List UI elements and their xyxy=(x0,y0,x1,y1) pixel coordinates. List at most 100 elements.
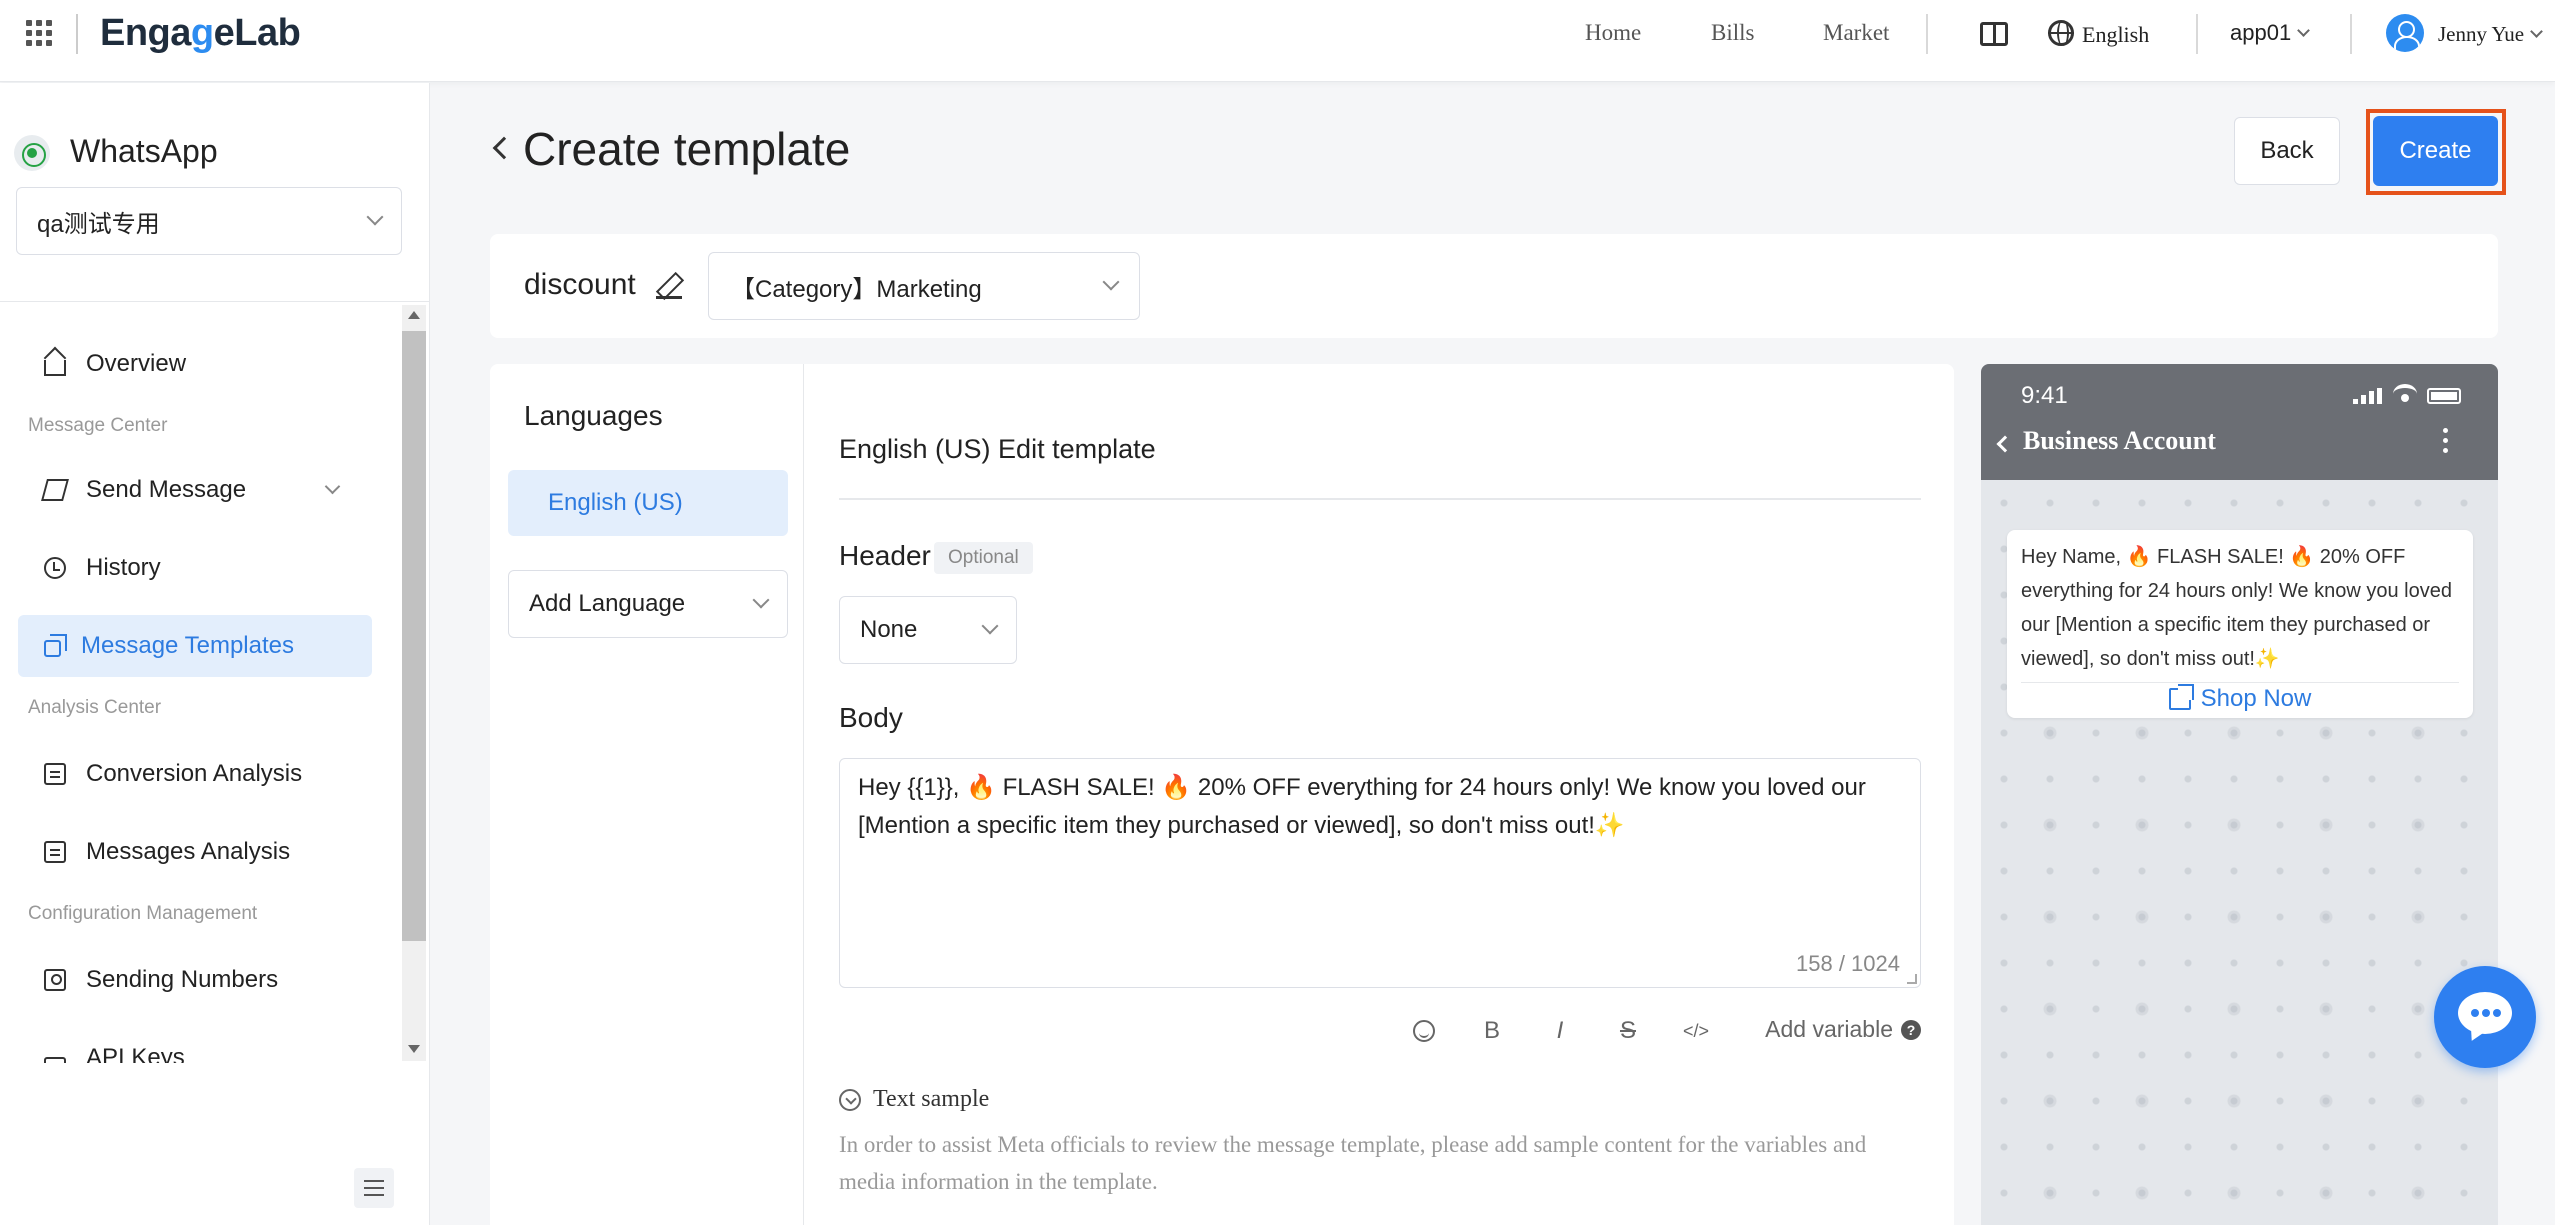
scroll-up-icon[interactable] xyxy=(408,311,420,319)
app-selector[interactable]: app01 xyxy=(2230,20,2311,46)
sidebar-item-messages-analysis[interactable]: Messages Analysis xyxy=(18,821,372,883)
add-variable-button[interactable]: Add variable? xyxy=(1765,1016,1921,1043)
emoji-button[interactable] xyxy=(1407,1014,1441,1048)
editor-card: Languages English (US) Add Language Engl… xyxy=(490,364,1954,1225)
editor-title: English (US) Edit template xyxy=(839,434,1156,464)
phone-preview: 9:41 Business Account Hey Name, 🔥 FLASH … xyxy=(1981,364,2498,1225)
body-text-line: [Mention a specific item they purchased … xyxy=(858,812,1625,839)
template-name-card: discount 【Category】Marketing xyxy=(490,234,2498,338)
edit-icon[interactable] xyxy=(656,272,682,299)
lock-icon xyxy=(44,1057,66,1063)
emoji-icon xyxy=(1413,1020,1435,1042)
phone-time: 9:41 xyxy=(2021,382,2068,409)
more-vertical-icon xyxy=(2443,428,2448,454)
wifi-icon xyxy=(2393,384,2417,404)
chevron-down-icon xyxy=(2530,25,2543,38)
optional-tag: Optional xyxy=(934,542,1033,574)
nav-bills[interactable]: Bills xyxy=(1711,20,1754,46)
template-name: discount xyxy=(524,268,636,301)
group-message-center: Message Center xyxy=(28,415,168,436)
divider xyxy=(1926,14,1928,54)
scroll-down-icon[interactable] xyxy=(408,1045,420,1053)
support-chat-button[interactable] xyxy=(2434,966,2536,1068)
preview-message: Hey Name, 🔥 FLASH SALE! 🔥 20% OFF everyt… xyxy=(2021,546,2452,670)
body-text-line: Hey {{1}}, 🔥 FLASH SALE! 🔥 20% OFF every… xyxy=(858,774,1866,801)
italic-button[interactable]: I xyxy=(1543,1014,1577,1048)
languages-panel: Languages English (US) Add Language xyxy=(490,364,804,1225)
sidebar-item-sending-numbers[interactable]: Sending Numbers xyxy=(18,949,372,1011)
category-select[interactable]: 【Category】Marketing xyxy=(708,252,1140,320)
globe-icon[interactable] xyxy=(2048,20,2074,46)
user-menu[interactable]: Jenny Yue xyxy=(2438,22,2543,47)
chevron-down-icon xyxy=(1102,273,1120,291)
char-count: 158 / 1024 xyxy=(1796,951,1900,976)
sidebar-item-conversion-analysis[interactable]: Conversion Analysis xyxy=(18,743,372,805)
business-account-title: Business Account xyxy=(2023,426,2216,455)
channel-title: WhatsApp xyxy=(70,133,218,169)
body-label: Body xyxy=(839,702,903,733)
bold-button[interactable]: B xyxy=(1475,1014,1509,1048)
chevron-down-icon xyxy=(752,591,770,609)
resize-handle[interactable] xyxy=(1907,974,1917,984)
template-editor: English (US) Edit template Header Option… xyxy=(804,364,1954,1225)
strikethrough-button[interactable]: S xyxy=(1611,1014,1645,1048)
history-icon xyxy=(44,557,66,579)
language-switcher[interactable]: English xyxy=(2082,22,2149,48)
project-select[interactable]: qa测试专用 xyxy=(16,187,402,255)
message-bubble: Hey Name, 🔥 FLASH SALE! 🔥 20% OFF everyt… xyxy=(2007,530,2473,718)
body-textarea[interactable]: Hey {{1}}, 🔥 FLASH SALE! 🔥 20% OFF every… xyxy=(839,758,1921,988)
sidebar-scroll-thumb[interactable] xyxy=(402,331,426,941)
divider xyxy=(839,498,1921,500)
phone-header: 9:41 Business Account xyxy=(1981,364,2498,480)
text-sample-toggle[interactable]: Text sample xyxy=(839,1086,989,1113)
top-bar: EngageLab Home Bills Market English app0… xyxy=(0,0,2555,82)
apps-grid-icon[interactable] xyxy=(26,20,52,46)
avatar[interactable] xyxy=(2386,14,2424,52)
home-icon xyxy=(44,360,66,376)
add-language-select[interactable]: Add Language xyxy=(508,570,788,638)
sidebar-item-overview[interactable]: Overview xyxy=(18,333,372,395)
back-arrow-icon[interactable] xyxy=(492,136,516,160)
chevron-down-icon xyxy=(366,208,384,226)
sidebar-menu: Overview Message Center Send Message His… xyxy=(0,303,400,1063)
signal-icon xyxy=(2353,388,2383,404)
group-configuration: Configuration Management xyxy=(28,903,258,924)
docs-book-icon[interactable] xyxy=(1980,22,2008,46)
text-sample-description: In order to assist Meta officials to rev… xyxy=(839,1132,1867,1194)
chevron-down-icon xyxy=(2297,24,2311,37)
chat-dots xyxy=(2471,1009,2501,1017)
chevron-down-icon xyxy=(981,617,999,635)
send-icon xyxy=(41,479,69,501)
group-analysis-center: Analysis Center xyxy=(28,697,162,718)
sidebar-item-send-message[interactable]: Send Message xyxy=(18,459,372,521)
create-button[interactable]: Create xyxy=(2373,116,2498,186)
divider xyxy=(2350,14,2352,54)
messages-analysis-icon xyxy=(44,841,66,863)
back-button[interactable]: Back xyxy=(2234,117,2340,185)
header-label: Header xyxy=(839,540,931,571)
shop-now-button: Shop Now xyxy=(2007,680,2473,718)
sidebar-item-message-templates[interactable]: Message Templates xyxy=(18,615,372,677)
collapse-sidebar-icon[interactable] xyxy=(354,1168,394,1208)
sidebar: WhatsApp qa测试专用 Overview Message Center … xyxy=(0,83,430,1225)
nav-market[interactable]: Market xyxy=(1823,20,1889,46)
nav-home[interactable]: Home xyxy=(1585,20,1641,46)
sidebar-item-history[interactable]: History xyxy=(18,537,372,599)
chevron-circle-icon xyxy=(839,1088,861,1111)
header-type-select[interactable]: None xyxy=(839,596,1017,664)
sending-numbers-icon xyxy=(44,969,66,991)
divider xyxy=(2196,14,2198,54)
page-title: Create template xyxy=(523,123,851,175)
template-icon xyxy=(44,634,67,657)
divider xyxy=(76,14,78,54)
sidebar-item-api-keys[interactable]: API Keys xyxy=(18,1027,372,1063)
help-icon[interactable]: ? xyxy=(1901,1019,1921,1040)
chevron-down-icon xyxy=(324,478,341,495)
chevron-left-icon xyxy=(1996,435,2014,453)
conversion-icon xyxy=(44,763,66,785)
language-item-english-us[interactable]: English (US) xyxy=(508,470,788,536)
whatsapp-icon xyxy=(14,135,50,171)
battery-icon xyxy=(2427,388,2461,404)
code-button[interactable]: </> xyxy=(1679,1014,1713,1048)
engagelab-logo[interactable]: EngageLab xyxy=(100,12,301,55)
